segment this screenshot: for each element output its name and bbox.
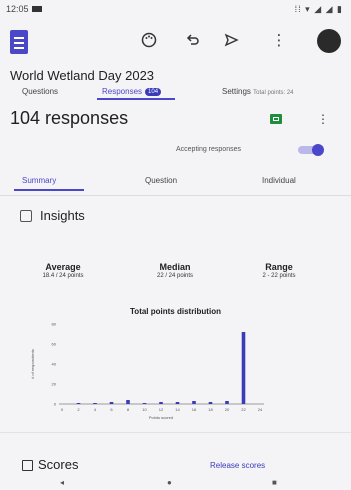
toggle-knob bbox=[312, 144, 324, 156]
stat-range-value: 2 - 22 points bbox=[262, 273, 296, 279]
total-points: Total points: 24 bbox=[253, 90, 294, 96]
tab-responses-label: Responses bbox=[102, 87, 143, 96]
bar bbox=[109, 402, 114, 404]
x-tick-label: 10 bbox=[142, 407, 147, 412]
points-distribution-chart: 020406080# of respondents0 2 4 6 8 10 12 14 16 18… bbox=[30, 322, 264, 420]
stat-median: Median 22 / 24 points bbox=[130, 262, 220, 279]
tab-settings[interactable]: Settings Total points: 24 bbox=[222, 87, 294, 96]
palette-icon[interactable] bbox=[140, 32, 158, 50]
notification-icon bbox=[32, 6, 42, 12]
stat-median-value: 22 / 24 points bbox=[156, 273, 194, 279]
status-bar: 12:05 ⁞⁞ ▾ ◢ ◢ ▮ bbox=[6, 4, 343, 18]
subtab-question[interactable]: Question bbox=[145, 176, 177, 185]
release-scores-button[interactable]: Release scores bbox=[210, 461, 265, 470]
insights-title: Insights bbox=[40, 208, 85, 223]
responses-count: 104 responses bbox=[10, 108, 129, 128]
send-icon[interactable] bbox=[222, 32, 240, 50]
x-tick-label: 24 bbox=[258, 407, 263, 412]
accepting-responses-label: Accepting responses bbox=[176, 146, 241, 153]
scores-title: Scores bbox=[38, 457, 79, 472]
x-tick-label: 6 bbox=[110, 407, 113, 412]
google-forms-logo-icon[interactable] bbox=[10, 30, 28, 54]
back-nav-button[interactable]: ◂ bbox=[60, 478, 64, 487]
form-tabs: Questions Responses 104 Settings Total po… bbox=[0, 87, 351, 101]
more-vert-icon[interactable]: ⋮ bbox=[270, 32, 288, 50]
x-tick-label: 8 bbox=[127, 407, 130, 412]
responses-badge: 104 bbox=[145, 87, 162, 96]
x-tick-label: 22 bbox=[241, 407, 246, 412]
subtab-individual[interactable]: Individual bbox=[262, 176, 296, 185]
system-navbar: ◂ ● ■ bbox=[0, 478, 351, 490]
x-tick-label: 20 bbox=[225, 407, 230, 412]
stat-average-label: Average bbox=[45, 262, 81, 272]
stat-average: Average 18.4 / 24 points bbox=[18, 262, 108, 279]
form-title: World Wetland Day 2023 bbox=[10, 68, 155, 83]
bar bbox=[159, 402, 163, 404]
y-axis-label: # of respondents bbox=[30, 349, 35, 379]
bar bbox=[241, 332, 246, 404]
y-tick-label: 60 bbox=[52, 342, 57, 347]
y-tick-label: 20 bbox=[52, 382, 57, 387]
divider bbox=[0, 195, 351, 196]
y-tick-label: 80 bbox=[52, 322, 57, 327]
divider bbox=[0, 432, 351, 433]
y-tick-label: 0 bbox=[54, 402, 57, 407]
x-tick-label: 2 bbox=[77, 407, 80, 412]
top-toolbar: ⋮ bbox=[8, 24, 343, 58]
bar bbox=[208, 402, 213, 404]
link-to-sheets-icon[interactable] bbox=[270, 114, 282, 124]
bar bbox=[142, 403, 147, 404]
bar bbox=[175, 402, 180, 404]
x-tick-label: 18 bbox=[208, 407, 213, 412]
x-tick-label: 4 bbox=[94, 407, 97, 412]
response-subtabs: Summary Question Individual bbox=[0, 176, 351, 194]
stat-median-label: Median bbox=[159, 262, 191, 272]
avatar[interactable] bbox=[317, 29, 341, 53]
x-tick-label: 12 bbox=[159, 407, 164, 412]
bar bbox=[93, 403, 97, 404]
accepting-responses-toggle[interactable] bbox=[298, 144, 324, 156]
insights-icon bbox=[20, 210, 32, 222]
x-tick-label: 0 bbox=[61, 407, 64, 412]
active-subtab-indicator bbox=[14, 189, 84, 191]
bar bbox=[126, 400, 130, 404]
active-tab-indicator bbox=[97, 98, 175, 100]
recents-nav-button[interactable]: ■ bbox=[272, 478, 277, 487]
x-axis-label: Points scored bbox=[149, 415, 173, 420]
bar bbox=[76, 403, 81, 404]
status-time: 12:05 bbox=[6, 4, 29, 14]
scores-icon bbox=[22, 460, 33, 471]
subtab-summary[interactable]: Summary bbox=[22, 176, 56, 185]
responses-more-icon[interactable]: ⋮ bbox=[317, 112, 329, 126]
x-tick-label: 16 bbox=[192, 407, 197, 412]
status-icons: ⁞⁞ ▾ ◢ ◢ ▮ bbox=[294, 4, 343, 14]
tab-questions[interactable]: Questions bbox=[22, 87, 58, 96]
undo-icon[interactable] bbox=[184, 32, 202, 50]
bar bbox=[225, 401, 229, 404]
tab-responses[interactable]: Responses 104 bbox=[102, 87, 162, 96]
stat-average-value: 18.4 / 24 points bbox=[42, 273, 84, 279]
stat-range: Range 2 - 22 points bbox=[234, 262, 324, 279]
chart-title: Total points distribution bbox=[130, 307, 221, 316]
home-nav-button[interactable]: ● bbox=[167, 478, 172, 487]
y-tick-label: 40 bbox=[52, 362, 57, 367]
tab-settings-label: Settings bbox=[222, 87, 251, 96]
stat-range-label: Range bbox=[265, 262, 293, 272]
x-tick-label: 14 bbox=[175, 407, 180, 412]
bar bbox=[192, 401, 196, 404]
